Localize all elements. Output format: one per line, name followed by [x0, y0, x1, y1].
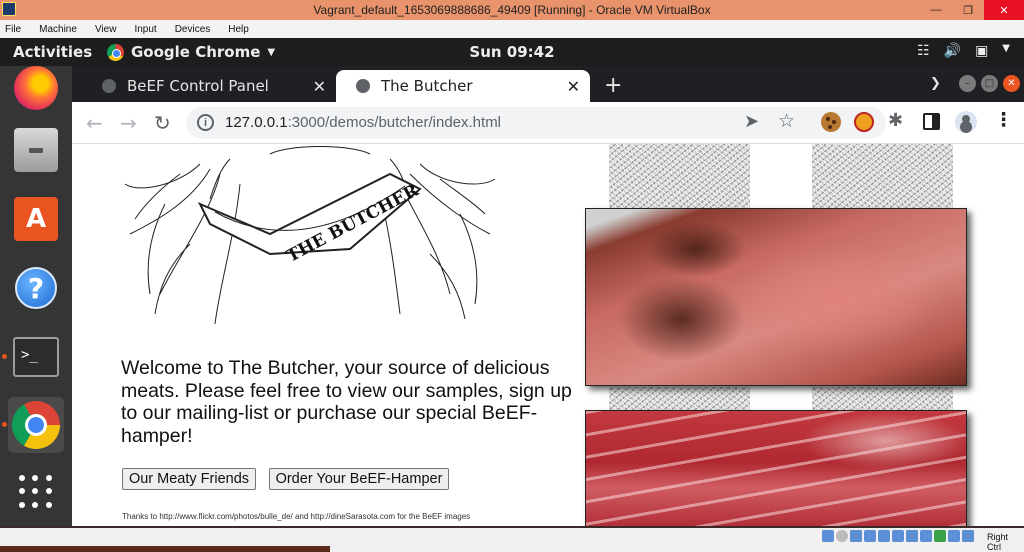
menu-devices[interactable]: Devices [175, 24, 211, 35]
ubuntu-top-bar: Activities Google Chrome ▼ Sun 09:42 ☷ 🔊… [0, 38, 1024, 66]
close-icon[interactable]: ✕ [567, 77, 580, 96]
menu-file[interactable]: File [5, 24, 21, 35]
dock-software[interactable]: A [8, 191, 64, 247]
back-arrow-icon[interactable]: ← [86, 111, 103, 135]
hard-disk-icon[interactable] [822, 530, 834, 542]
forward-arrow-icon[interactable]: → [120, 111, 137, 135]
menu-view[interactable]: View [95, 24, 117, 35]
cpu-icon[interactable] [934, 530, 946, 542]
host-key-icon[interactable] [962, 530, 974, 542]
dock-terminal[interactable]: >_ [8, 329, 64, 385]
vbox-device-icons[interactable] [822, 530, 974, 542]
chrome-window-controls: – □ ✕ [959, 75, 1020, 92]
beef-photo [585, 208, 967, 386]
tab-the-butcher[interactable]: The Butcher ✕ [336, 70, 590, 102]
extensions-icon[interactable]: ✱ [888, 110, 908, 131]
vbox-title-bar: Vagrant_default_1653069888686_49409 [Run… [0, 0, 1024, 20]
ubuntu-dock: A ? >_ [0, 66, 72, 526]
recording-icon[interactable] [920, 530, 932, 542]
system-tray[interactable]: ☷ 🔊 ▣ ▼ [917, 43, 1010, 59]
show-apps-icon [19, 475, 53, 509]
butcher-logo: THE BUTCHER [124, 146, 496, 325]
url-text[interactable]: 127.0.0.1:3000/demos/butcher/index.html [225, 114, 501, 131]
battery-icon: ▣ [975, 43, 989, 59]
network-icon: ☷ [917, 43, 930, 59]
shared-folder-icon[interactable] [892, 530, 904, 542]
dock-firefox[interactable] [8, 60, 64, 116]
close-icon[interactable]: ✕ [1003, 75, 1020, 92]
dock-show-apps[interactable] [8, 464, 64, 520]
texture-image [812, 387, 953, 410]
running-indicator [2, 422, 7, 427]
tab-title: The Butcher [381, 77, 473, 95]
more-menu-icon[interactable]: ⋮ [994, 109, 1014, 131]
dock-files[interactable] [8, 122, 64, 178]
tab-title: BeEF Control Panel [127, 77, 269, 95]
window-controls: — ❐ ✕ [920, 0, 1024, 20]
usb-icon[interactable] [878, 530, 890, 542]
url-path: :3000/demos/butcher/index.html [287, 114, 502, 131]
star-icon[interactable]: ☆ [778, 110, 795, 133]
welcome-text: Welcome to The Butcher, your source of d… [121, 357, 572, 447]
url-host: 127.0.0.1 [225, 114, 288, 131]
globe-icon [102, 79, 116, 93]
network-icon[interactable] [864, 530, 876, 542]
chrome-icon [12, 401, 60, 449]
block-icon[interactable] [854, 112, 874, 132]
audio-icon[interactable] [850, 530, 862, 542]
globe-icon [356, 79, 370, 93]
firefox-icon [14, 66, 58, 110]
info-icon[interactable]: i [197, 114, 214, 131]
chevron-down-icon: ▼ [1002, 43, 1010, 54]
host-taskbar-edge [0, 546, 330, 552]
order-hamper-button[interactable]: Order Your BeEF-Hamper [269, 468, 449, 490]
files-icon [14, 128, 58, 172]
close-icon[interactable]: ✕ [984, 0, 1024, 20]
mouse-integration-icon[interactable] [948, 530, 960, 542]
texture-image [812, 144, 953, 208]
side-panel-icon[interactable] [923, 113, 940, 130]
image-credits: Thanks to http://www.flickr.com/photos/b… [122, 512, 471, 521]
vbox-status-bar: Right Ctrl [0, 528, 1024, 552]
send-icon[interactable]: ➤ [744, 111, 759, 132]
menu-input[interactable]: Input [134, 24, 156, 35]
display-icon[interactable] [906, 530, 918, 542]
host-key-label: Right Ctrl [987, 532, 1009, 552]
browser-toolbar: ← → ↻ i 127.0.0.1:3000/demos/butcher/ind… [72, 102, 1024, 144]
beef-photo [585, 410, 967, 526]
help-icon: ? [15, 267, 57, 309]
menu-help[interactable]: Help [228, 24, 249, 35]
new-tab-icon[interactable]: + [604, 73, 622, 98]
cookie-icon[interactable] [821, 112, 841, 132]
vbox-menu-bar: File Machine View Input Devices Help [0, 20, 1024, 38]
tab-beef-control-panel[interactable]: BeEF Control Panel ✕ [82, 70, 336, 102]
dock-help[interactable]: ? [8, 260, 64, 316]
texture-image [609, 144, 750, 208]
close-icon[interactable]: ✕ [313, 77, 326, 96]
meaty-friends-button[interactable]: Our Meaty Friends [122, 468, 256, 490]
menu-machine[interactable]: Machine [39, 24, 77, 35]
terminal-icon: >_ [13, 337, 59, 377]
page-viewport: THE BUTCHER Welcome to The Butcher, your… [72, 144, 1024, 526]
clock[interactable]: Sun 09:42 [0, 43, 1024, 61]
restore-icon[interactable]: ❐ [952, 0, 984, 20]
minimize-icon[interactable]: – [959, 75, 976, 92]
address-bar[interactable]: i 127.0.0.1:3000/demos/butcher/index.htm… [186, 107, 886, 139]
profile-icon[interactable] [955, 111, 977, 133]
reload-icon[interactable]: ↻ [154, 111, 171, 135]
optical-drive-icon[interactable] [836, 530, 848, 542]
software-icon: A [14, 197, 58, 241]
dock-chrome[interactable] [8, 397, 64, 453]
volume-icon: 🔊 [943, 43, 962, 59]
chevron-down-icon[interactable]: ❯ [930, 76, 941, 91]
tab-strip: BeEF Control Panel ✕ The Butcher ✕ + ❯ –… [72, 66, 1024, 102]
texture-image [609, 387, 750, 410]
running-indicator [2, 354, 7, 359]
maximize-icon[interactable]: □ [981, 75, 998, 92]
window-title: Vagrant_default_1653069888686_49409 [Run… [313, 3, 711, 17]
minimize-icon[interactable]: — [920, 0, 952, 20]
